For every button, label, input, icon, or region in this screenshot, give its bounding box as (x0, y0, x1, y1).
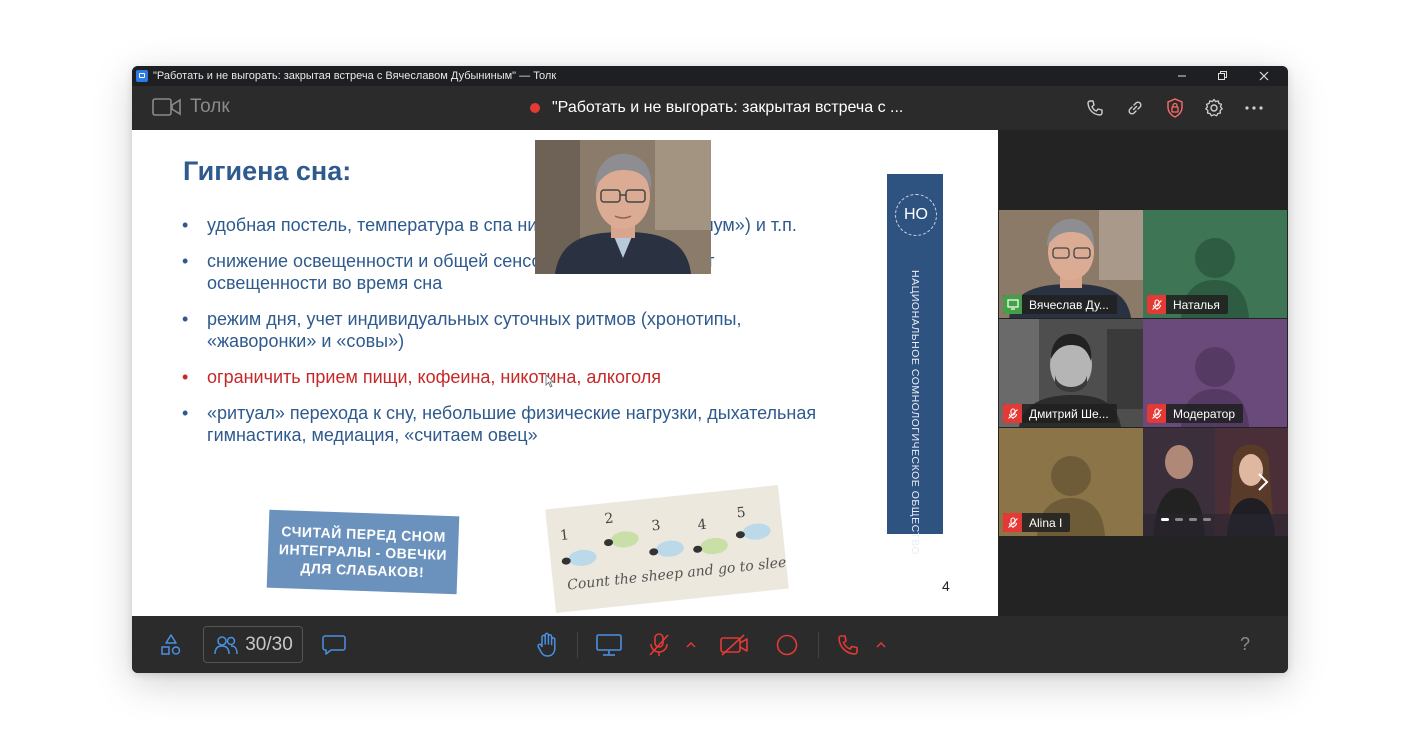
close-icon[interactable] (1244, 66, 1284, 86)
participant-tile[interactable]: Модератор (1143, 319, 1287, 427)
call-options-chevron-icon[interactable] (873, 634, 889, 654)
meeting-title-text: "Работать и не выгорать: закрытая встреч… (552, 99, 904, 116)
meeting-header: Толк "Работать и не выгорать: закрытая в… (132, 86, 1288, 130)
participant-label: Вячеслав Ду... (1003, 295, 1117, 314)
toolbar-divider (818, 632, 819, 658)
link-icon[interactable] (1124, 97, 1146, 119)
app-logo-icon (136, 70, 148, 82)
raise-hand-icon[interactable] (533, 630, 561, 660)
mic-off-icon (1147, 295, 1166, 314)
mic-off-icon (1147, 404, 1166, 423)
mic-off-icon (1003, 513, 1022, 532)
hang-up-phone-icon[interactable] (833, 630, 863, 660)
participant-label: Alina I (1003, 513, 1071, 532)
sheep-icon (567, 548, 598, 568)
sheep-number: 4 (696, 516, 708, 534)
participant-label: Дмитрий Ше... (1003, 404, 1117, 423)
phone-icon[interactable] (1084, 97, 1106, 119)
meeting-toolbar: 30/30 ? (132, 616, 1288, 673)
mic-off-icon (1003, 404, 1022, 423)
participant-tile[interactable]: Alina I (999, 428, 1143, 536)
sheep-number: 5 (735, 504, 747, 522)
next-page-chevron-icon[interactable] (1251, 468, 1275, 496)
sheep-caption: Count the sheep and go to sleep... (566, 552, 789, 594)
maximize-icon[interactable] (1202, 66, 1242, 86)
sheep-icon (610, 529, 640, 549)
society-banner: НО Национальное сомнологическое общество (887, 174, 943, 555)
shared-screen: Гигиена сна: удобная постель, температур… (132, 130, 998, 616)
slide-bullet: «ритуал» перехода к сну, небольшие физич… (180, 402, 830, 446)
meeting-title: "Работать и не выгорать: закрытая встреч… (530, 97, 903, 119)
participant-label: Модератор (1147, 404, 1244, 423)
recording-indicator-icon (530, 103, 540, 113)
app-brand: Толк (152, 96, 230, 118)
app-name: Толк (190, 96, 230, 117)
participants-count: 30/30 (245, 633, 293, 655)
slide-title: Гигиена сна: (183, 156, 352, 186)
window-titlebar: "Работать и не выгорать: закрытая встреч… (132, 66, 1288, 86)
gear-icon[interactable] (1203, 97, 1225, 119)
help-button[interactable]: ? (1240, 634, 1250, 655)
people-icon (214, 635, 238, 654)
sheep-number: 3 (650, 517, 662, 535)
society-logo: НО (895, 194, 937, 236)
participant-tile[interactable]: Наталья (1143, 210, 1287, 318)
participant-name: Alina I (1029, 515, 1063, 530)
slide-bullets: удобная постель, температура в спа ние, … (180, 214, 830, 460)
toolbar-divider (577, 632, 578, 658)
microphone-muted-icon[interactable] (645, 630, 673, 660)
mic-options-chevron-icon[interactable] (683, 634, 699, 654)
slide-bullet: удобная постель, температура в спа ние, … (180, 214, 830, 236)
screen-share-icon (1003, 295, 1022, 314)
shield-lock-icon[interactable] (1164, 97, 1186, 119)
participant-name: Модератор (1173, 406, 1236, 421)
screen-share-icon[interactable] (593, 630, 625, 660)
slide-bullet-highlight: ограничить прием пищи, кофеина, никотина… (180, 366, 830, 388)
window-title: "Работать и не выгорать: закрытая встреч… (153, 70, 557, 82)
app-window: "Работать и не выгорать: закрытая встреч… (132, 66, 1288, 673)
sheep-icon (741, 522, 772, 541)
slide-bullet: режим дня, учет индивидуальных суточных … (180, 308, 830, 352)
participants-grid: Вячеслав Ду... Наталья Дмитрий Ше... Мод… (998, 130, 1288, 616)
chat-icon[interactable] (320, 632, 348, 658)
society-name: Национальное сомнологическое общество (909, 270, 921, 556)
sheep-icon (699, 536, 729, 556)
sheep-icon (655, 539, 685, 559)
slide-page-number: 4 (942, 578, 950, 594)
record-icon[interactable] (772, 630, 802, 660)
speaker-video-frame (535, 140, 711, 274)
participant-name: Дмитрий Ше... (1029, 406, 1109, 421)
participants-button[interactable]: 30/30 (203, 626, 303, 663)
apps-shapes-icon[interactable] (158, 632, 184, 658)
camera-logo-icon (152, 98, 181, 116)
speaker-video-pip[interactable] (535, 140, 711, 274)
participant-label: Наталья (1147, 295, 1228, 314)
more-participants-preview[interactable] (1143, 428, 1288, 536)
participant-tile[interactable]: Вячеслав Ду... (999, 210, 1143, 318)
sheep-number: 2 (603, 510, 615, 528)
count-sheep-picture: 1 2 3 4 5 Count the sheep and go to slee… (545, 485, 789, 613)
slide-bullet: снижение освещенности и общей сенсорной … (180, 250, 830, 294)
camera-off-icon[interactable] (717, 630, 751, 660)
sheep-number: 1 (559, 527, 570, 545)
more-icon[interactable] (1243, 97, 1265, 119)
participant-name: Вячеслав Ду... (1029, 297, 1109, 312)
participant-name: Наталья (1173, 297, 1220, 312)
minimize-icon[interactable] (1162, 66, 1202, 86)
participant-tile[interactable]: Дмитрий Ше... (999, 319, 1143, 427)
mouse-cursor-icon (545, 374, 555, 388)
integrals-sticker: считай перед сном интегралы - овечки для… (266, 509, 460, 595)
